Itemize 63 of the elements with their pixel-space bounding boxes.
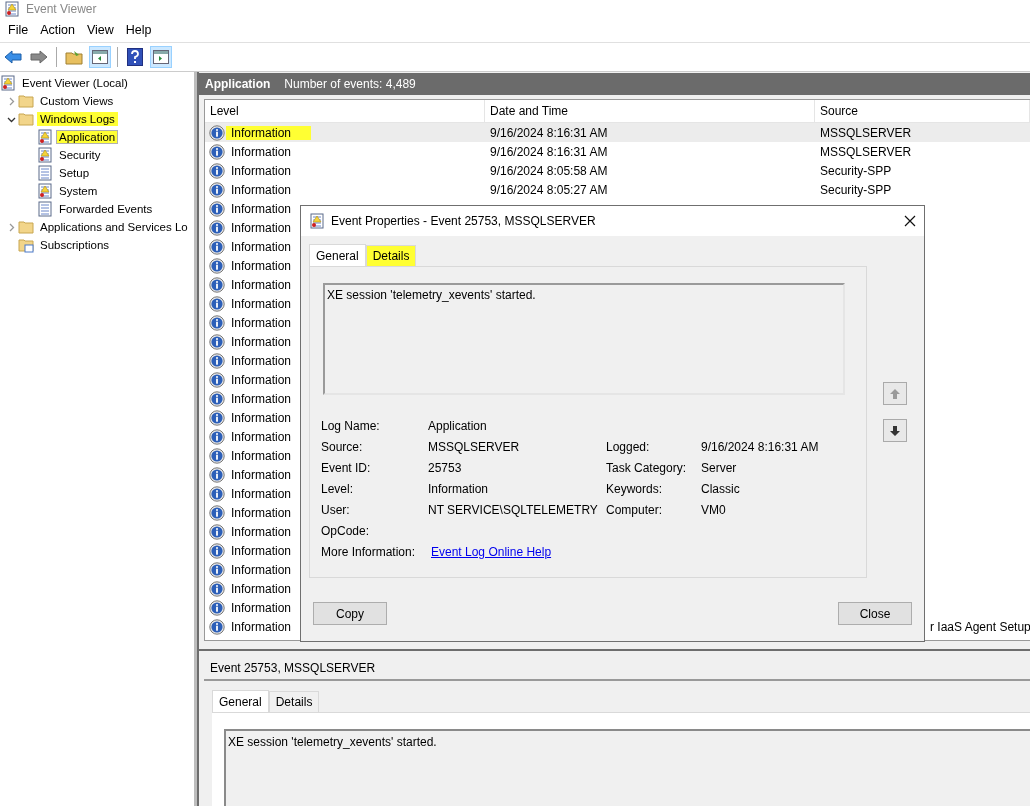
table-cell-text: Information [230, 334, 292, 349]
table-cell-text: Information [230, 581, 292, 596]
table-cell-text: 9/16/2024 8:05:27 AM [489, 182, 608, 197]
field-value: VM0 [701, 501, 727, 519]
field-label: More Information: [321, 543, 417, 561]
table-cell-text: Information [230, 372, 292, 387]
field-label: Computer: [606, 501, 664, 519]
dialog-title: Event Properties - Event 25753, MSSQLSERVER [331, 214, 597, 228]
table-cell-text: Information [230, 353, 292, 368]
table-cell-text: Information [230, 619, 292, 634]
table-cell-text: Information [230, 524, 292, 539]
table-cell-text: Security-SPP [819, 163, 892, 178]
table-cell-text: Information [230, 600, 292, 615]
message-box: XE session 'telemetry_xevents' started. [224, 729, 1030, 806]
field-value: Classic [701, 480, 741, 498]
table-cell-text: Information [230, 410, 292, 425]
field-value: Information [428, 480, 490, 498]
table-cell-text: Information [230, 201, 292, 216]
table-cell-text: Information [230, 486, 292, 501]
table-cell-text: Information [230, 543, 292, 558]
field-value: Server [701, 459, 738, 477]
table-cell-text: Information [230, 429, 292, 444]
field-label: Source: [321, 438, 364, 456]
field-value: NT SERVICE\SQLTELEMETRY [428, 501, 599, 519]
pane-title: Application [205, 77, 271, 91]
table-cell-text: Information [230, 163, 292, 178]
field-label: Event ID: [321, 459, 372, 477]
message-box: XE session 'telemetry_xevents' started. [323, 283, 845, 395]
table-cell-text: Information [230, 391, 292, 406]
table-cell-text: Information [230, 144, 292, 159]
table-cell-text: 9/16/2024 8:16:31 AM [489, 125, 608, 140]
table-cell-text: Information [230, 220, 292, 235]
table-cell-text: MSSQLSERVER [819, 125, 912, 140]
table-cell-text: Information [230, 258, 292, 273]
table-cell-text: 9/16/2024 8:16:31 AM [489, 144, 608, 159]
table-cell-text: Information [230, 277, 292, 292]
field-label: OpCode: [321, 522, 371, 540]
table-cell-text: Information [230, 182, 292, 197]
event-count: Number of events: 4,489 [284, 77, 416, 91]
field-value: 9/16/2024 8:16:31 AM [701, 438, 820, 456]
table-cell-text: Information [230, 562, 292, 577]
field-label: Logged: [606, 438, 651, 456]
preview-title: Event 25753, MSSQLSERVER [210, 661, 376, 675]
table-cell-text: Information [230, 505, 292, 520]
table-cell-text: Security-SPP [819, 182, 892, 197]
table-cell-text: Information [230, 315, 292, 330]
window-title: Event Viewer [26, 2, 97, 16]
field-value: Application [428, 417, 488, 435]
table-cell-text: MSSQLSERVER [819, 144, 912, 159]
table-cell-text: Information [230, 448, 292, 463]
table-cell-text: r IaaS Agent Setup [929, 619, 1030, 634]
table-cell-text: Information [230, 296, 292, 311]
field-label: Keywords: [606, 480, 664, 498]
table-cell-text: Information [230, 467, 292, 482]
field-label: Task Category: [606, 459, 688, 477]
field-value: MSSQLSERVER [428, 438, 521, 456]
field-label: Level: [321, 480, 355, 498]
field-value: 25753 [428, 459, 463, 477]
table-cell-text: 9/16/2024 8:05:58 AM [489, 163, 608, 178]
table-cell-text: Information [230, 239, 292, 254]
table-cell: Information [226, 125, 312, 140]
field-label: Log Name: [321, 417, 381, 435]
field-label: User: [321, 501, 351, 519]
